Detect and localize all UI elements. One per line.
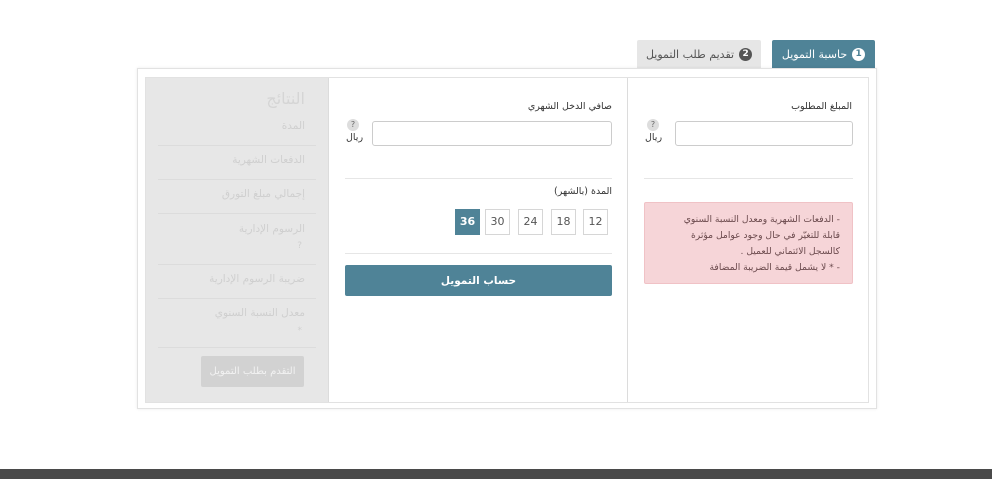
income-help-icon[interactable]: ? bbox=[347, 119, 359, 131]
calculate-finance-button[interactable]: حساب التمويل bbox=[345, 265, 612, 296]
divider bbox=[345, 178, 612, 179]
tab-finance-calculator[interactable]: 1 حاسبة التمويل bbox=[772, 40, 875, 69]
amount-currency-label: ريال bbox=[645, 132, 663, 143]
result-apr-label: معدل النسبة السنوي bbox=[214, 307, 305, 319]
term-option-36-selected[interactable]: 36 bbox=[455, 209, 480, 235]
divider bbox=[345, 253, 612, 254]
income-currency-label: ريال bbox=[346, 132, 364, 143]
disclaimer-line: - * لا يشمل قيمة الضريبة المضافة bbox=[709, 262, 841, 273]
term-option-18[interactable]: 18 bbox=[551, 209, 576, 235]
divider bbox=[158, 179, 316, 180]
results-title: النتائج bbox=[266, 89, 305, 108]
page-footer bbox=[0, 469, 992, 479]
result-admin-fees-label: الرسوم الإدارية bbox=[238, 223, 305, 235]
result-total-tawarruq-label: إجمالي مبلغ التورق bbox=[221, 188, 305, 200]
divider bbox=[158, 264, 316, 265]
income-panel: صافي الدخل الشهري ? ريال المدة (بالشهر) … bbox=[328, 78, 628, 402]
amount-help-icon[interactable]: ? bbox=[647, 119, 659, 131]
result-admin-fees-tax-label: ضريبة الرسوم الإدارية bbox=[209, 273, 305, 285]
term-option-24[interactable]: 24 bbox=[518, 209, 543, 235]
apply-finance-button[interactable]: التقدم بطلب التمويل bbox=[201, 356, 304, 387]
term-option-30[interactable]: 30 bbox=[485, 209, 510, 235]
tab-label: حاسبة التمويل bbox=[781, 48, 848, 61]
disclaimer-line: قابلة للتغيّر في حال وجود عوامل مؤثرة bbox=[690, 230, 840, 241]
divider bbox=[644, 178, 853, 179]
divider bbox=[158, 213, 316, 214]
divider bbox=[158, 347, 316, 348]
step-2-icon: 2 bbox=[739, 48, 753, 61]
amount-panel: المبلغ المطلوب ? ريال - الدفعات الشهرية … bbox=[628, 78, 868, 402]
monthly-income-input[interactable] bbox=[372, 121, 612, 146]
tab-submit-finance-request[interactable]: 2 تقديم طلب التمويل bbox=[637, 40, 761, 69]
disclaimer-line: - الدفعات الشهرية ومعدل النسبة السنوي bbox=[683, 214, 840, 225]
calculator-panels: النتائج المدة الدفعات الشهرية إجمالي مبل… bbox=[145, 77, 869, 403]
term-label: المدة (بالشهر) bbox=[554, 186, 612, 197]
disclaimer-alert: - الدفعات الشهرية ومعدل النسبة السنوي قا… bbox=[644, 202, 853, 284]
result-term-label: المدة bbox=[281, 120, 305, 132]
requested-amount-input[interactable] bbox=[675, 121, 853, 146]
calculator-card: النتائج المدة الدفعات الشهرية إجمالي مبل… bbox=[137, 68, 877, 409]
income-label: صافي الدخل الشهري bbox=[527, 101, 612, 112]
disclaimer-line: كالسجل الائتماني للعميل . bbox=[740, 246, 840, 257]
result-monthly-payments-label: الدفعات الشهرية bbox=[232, 154, 305, 166]
apr-note-icon: * bbox=[297, 326, 303, 336]
step-1-icon: 1 bbox=[852, 48, 866, 61]
tab-label: تقديم طلب التمويل bbox=[645, 48, 735, 61]
admin-fees-help-icon[interactable]: ? bbox=[297, 241, 302, 251]
divider bbox=[158, 298, 316, 299]
amount-label: المبلغ المطلوب bbox=[791, 101, 852, 112]
results-panel: النتائج المدة الدفعات الشهرية إجمالي مبل… bbox=[146, 78, 328, 402]
term-option-12[interactable]: 12 bbox=[583, 209, 608, 235]
divider bbox=[158, 145, 316, 146]
